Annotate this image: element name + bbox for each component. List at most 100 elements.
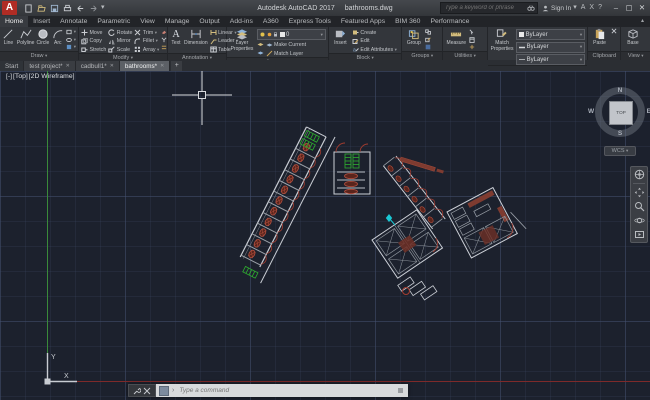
- sign-in-button[interactable]: Sign In ▾: [542, 3, 577, 13]
- file-tab-test-project[interactable]: test project*✕: [24, 61, 75, 71]
- rotate-button[interactable]: Rotate: [108, 29, 132, 36]
- ellipse-tool-icon[interactable]: ▾: [66, 37, 76, 43]
- paste-button[interactable]: Paste: [590, 28, 609, 47]
- circle-button[interactable]: Circle: [36, 28, 49, 47]
- viewport-visual-style-control[interactable]: [2D Wireframe]: [29, 73, 75, 80]
- ucs-icon[interactable]: Y X: [45, 353, 78, 385]
- tab-a360[interactable]: A360: [258, 16, 284, 27]
- close-button[interactable]: ✕: [636, 1, 648, 15]
- match-layer-button[interactable]: Match Layer: [257, 50, 326, 57]
- cut-icon[interactable]: [611, 28, 617, 34]
- tab-parametric[interactable]: Parametric: [92, 16, 135, 27]
- text-button[interactable]: A Text: [170, 28, 182, 47]
- polyline-button[interactable]: Polyline: [17, 28, 35, 47]
- viewcube-top-face[interactable]: TOP: [609, 101, 633, 125]
- command-input-field[interactable]: ›: [156, 384, 408, 397]
- measure-button[interactable]: Measure: [445, 28, 467, 47]
- tab-bim360[interactable]: BIM 360: [390, 16, 425, 27]
- explode-icon[interactable]: [161, 37, 167, 43]
- exchange-apps-icon[interactable]: X: [589, 3, 594, 13]
- workspace-dropdown-icon[interactable]: ▾: [101, 3, 105, 13]
- match-properties-button[interactable]: Match Properties: [490, 28, 514, 52]
- maximize-button[interactable]: ▢: [623, 1, 635, 15]
- close-tab-icon[interactable]: ✕: [160, 63, 164, 69]
- close-tab-icon[interactable]: ✕: [66, 63, 70, 69]
- app-menu-button[interactable]: A: [2, 1, 17, 15]
- panel-title-properties[interactable]: Properties ▾: [488, 65, 587, 66]
- rectangle-tool-icon[interactable]: ▾: [66, 29, 76, 35]
- lineweight-select[interactable]: ByLayer ▾: [516, 42, 585, 53]
- panel-title-clipboard[interactable]: Clipboard: [588, 51, 620, 60]
- viewport-view-control[interactable]: [Top]: [13, 73, 28, 80]
- drawing-canvas[interactable]: [-][Top][2D Wireframe]: [0, 71, 650, 400]
- tab-featured-apps[interactable]: Featured Apps: [336, 16, 390, 27]
- new-drawing-tab-button[interactable]: +: [171, 61, 182, 71]
- undo-icon[interactable]: [75, 3, 85, 13]
- file-tab-start[interactable]: Start: [0, 61, 24, 71]
- ungroup-icon[interactable]: [425, 29, 431, 35]
- ribbon-minimize-icon[interactable]: ▴: [635, 16, 650, 27]
- tab-insert[interactable]: Insert: [28, 16, 55, 27]
- help-icon[interactable]: ?: [598, 3, 602, 13]
- pan-icon[interactable]: [634, 187, 645, 198]
- erase-icon[interactable]: [161, 29, 167, 35]
- tab-view[interactable]: View: [135, 16, 160, 27]
- panel-title-modify[interactable]: Modify ▾: [79, 53, 167, 60]
- line-button[interactable]: Line: [2, 28, 15, 47]
- a360-icon[interactable]: A: [581, 3, 586, 13]
- insert-button[interactable]: Insert: [331, 28, 350, 47]
- linetype-select[interactable]: ByLayer ▾: [516, 54, 585, 65]
- offset-icon[interactable]: [161, 44, 167, 50]
- redo-icon[interactable]: [88, 3, 98, 13]
- minimize-button[interactable]: –: [610, 1, 622, 15]
- trim-button[interactable]: Trim ▾: [134, 29, 159, 36]
- viewcube-north[interactable]: N: [592, 87, 648, 94]
- new-file-icon[interactable]: [23, 3, 33, 13]
- file-tab-bathrooms[interactable]: bathrooms*✕: [120, 61, 170, 71]
- panel-title-view[interactable]: View ▾: [621, 51, 650, 60]
- scale-button[interactable]: Scale: [108, 46, 132, 53]
- viewcube-west[interactable]: W: [588, 108, 594, 115]
- mirror-button[interactable]: Mirror: [108, 38, 132, 45]
- panel-title-groups[interactable]: Groups ▾: [402, 51, 442, 60]
- orbit-icon[interactable]: [634, 215, 645, 226]
- layer-properties-button[interactable]: Layer Properties: [229, 28, 255, 52]
- close-tab-icon[interactable]: ✕: [110, 63, 114, 69]
- panel-title-draw[interactable]: Draw ▾: [0, 51, 78, 60]
- hatch-tool-icon[interactable]: ▾: [66, 44, 76, 50]
- plot-icon[interactable]: [62, 3, 72, 13]
- move-button[interactable]: Move: [81, 29, 106, 36]
- copy-button[interactable]: Copy: [81, 38, 106, 45]
- tab-express-tools[interactable]: Express Tools: [284, 16, 336, 27]
- quick-calc-icon[interactable]: [469, 37, 475, 43]
- base-button[interactable]: Base: [623, 28, 642, 47]
- search-input[interactable]: [443, 4, 527, 12]
- id-point-icon[interactable]: [469, 44, 475, 50]
- zoom-icon[interactable]: [634, 201, 645, 212]
- tab-addins[interactable]: Add-ins: [225, 16, 258, 27]
- save-icon[interactable]: [49, 3, 59, 13]
- panel-title-block[interactable]: Block ▾: [329, 53, 401, 60]
- help-search-box[interactable]: [440, 2, 538, 14]
- group-button[interactable]: Group: [404, 28, 423, 47]
- stretch-button[interactable]: Stretch: [81, 46, 106, 53]
- viewcube-east[interactable]: E: [647, 108, 650, 115]
- tab-output[interactable]: Output: [194, 16, 224, 27]
- make-current-button[interactable]: Make Current: [257, 42, 326, 49]
- layer-select[interactable]: 0 ▾: [257, 29, 326, 40]
- group-selection-toggle[interactable]: [425, 44, 431, 50]
- tab-home[interactable]: Home: [0, 16, 28, 27]
- tab-manage[interactable]: Manage: [160, 16, 195, 27]
- recent-commands-icon[interactable]: [143, 387, 151, 395]
- edit-block-button[interactable]: Edit: [352, 38, 397, 45]
- edit-attributes-button[interactable]: aEdit Attributes ▾: [352, 46, 397, 53]
- group-edit-icon[interactable]: [425, 37, 431, 43]
- fillet-button[interactable]: Fillet ▾: [134, 38, 159, 45]
- panel-title-utilities[interactable]: Utilities ▾: [443, 51, 487, 60]
- panel-title-layers[interactable]: Layers ▾: [227, 57, 328, 60]
- command-input[interactable]: [177, 386, 395, 395]
- wcs-dropdown[interactable]: WCS ▾: [604, 146, 636, 156]
- tab-performance[interactable]: Performance: [425, 16, 474, 27]
- showmotion-icon[interactable]: [634, 229, 645, 240]
- panel-title-annotation[interactable]: Annotation ▾: [168, 53, 226, 60]
